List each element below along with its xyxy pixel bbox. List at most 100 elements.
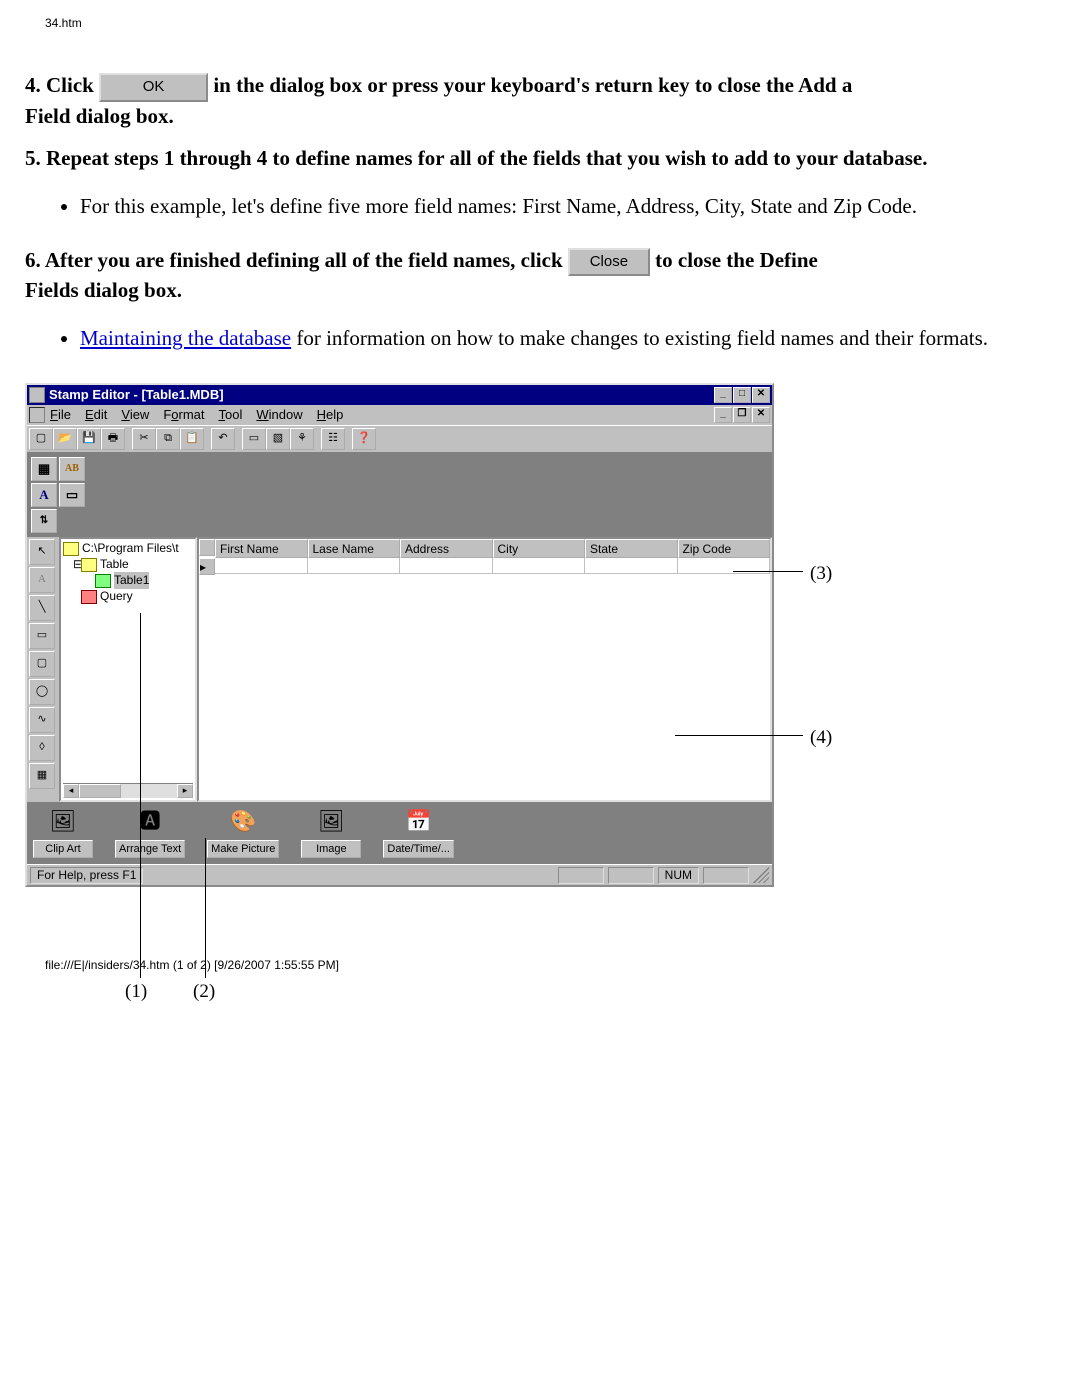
- menu-edit[interactable]: Edit: [85, 406, 107, 424]
- arrangetext-button[interactable]: Arrange Text: [115, 840, 185, 859]
- status-text: For Help, press F1: [30, 867, 143, 884]
- image-button[interactable]: Image: [301, 840, 361, 859]
- ellipse-tool-icon[interactable]: ◯: [29, 679, 55, 705]
- arrangetext-icon: 🅰: [133, 808, 167, 838]
- select-area-icon[interactable]: ▦: [29, 763, 55, 789]
- datetime-button[interactable]: Date/Time/...: [383, 840, 454, 859]
- tool-c-icon[interactable]: ⚘: [290, 428, 314, 450]
- menu-file[interactable]: File: [50, 406, 71, 424]
- close-button[interactable]: Close: [568, 248, 650, 276]
- callout-2: (2): [193, 979, 215, 1005]
- maximize-icon[interactable]: □: [733, 387, 751, 403]
- callout-4: (4): [810, 725, 832, 751]
- mdi-close-icon[interactable]: ✕: [752, 407, 770, 423]
- rowheader-corner[interactable]: [199, 539, 215, 556]
- menubar: File Edit View Format Tool Window Help _…: [27, 405, 772, 425]
- col-address[interactable]: Address: [400, 539, 493, 558]
- ab-icon[interactable]: AB: [59, 457, 85, 481]
- window-icon[interactable]: ▭: [59, 483, 85, 507]
- tool-d-icon[interactable]: ☷: [321, 428, 345, 450]
- callout-1: (1): [125, 979, 147, 1005]
- pointer-icon[interactable]: ↖: [29, 539, 55, 565]
- help-pointer-icon[interactable]: ❓: [352, 428, 376, 450]
- col-city[interactable]: City: [493, 539, 586, 558]
- tree-table1-label[interactable]: Table1: [114, 572, 149, 588]
- datetime-icon: 📅: [402, 808, 436, 838]
- text-tool-icon[interactable]: A: [29, 567, 55, 593]
- ok-button[interactable]: OK: [99, 73, 208, 101]
- statusbar: For Help, press F1 NUM: [27, 864, 772, 885]
- minimize-icon[interactable]: _: [714, 387, 732, 403]
- col-firstname[interactable]: First Name: [215, 539, 308, 558]
- menu-format[interactable]: Format: [163, 406, 204, 424]
- tool-b-icon[interactable]: ▧: [266, 428, 290, 450]
- menu-window[interactable]: Window: [256, 406, 302, 424]
- toolbar: ▢ 📂 💾 🖶 ✂ ⧉ 📋 ↶ ▭ ▧ ⚘ ☷ ❓: [27, 425, 772, 453]
- makepicture-button[interactable]: Make Picture: [207, 840, 279, 859]
- step4-suffix-b: Field dialog box.: [25, 104, 174, 128]
- workarea: ↖ A ╲ ▭ ▢ ◯ ∿ ◊ ▦ C:: [27, 537, 772, 802]
- folder-icon: [63, 542, 79, 556]
- col-lasename[interactable]: Lase Name: [308, 539, 401, 558]
- tree-hscroll[interactable]: ◂ ▸: [63, 783, 193, 798]
- rect-tool-icon[interactable]: ▭: [29, 623, 55, 649]
- mdi-restore-icon[interactable]: ❐: [733, 407, 751, 423]
- undo-icon[interactable]: ↶: [211, 428, 235, 450]
- page-footer: file:///E|/insiders/34.htm (1 of 2) [9/2…: [45, 957, 1055, 973]
- page-header: 34.htm: [45, 15, 1055, 31]
- roundrect-tool-icon[interactable]: ▢: [29, 651, 55, 677]
- db-icon[interactable]: ▦: [31, 457, 57, 481]
- scroll-left-icon[interactable]: ◂: [63, 784, 79, 798]
- app-icon: [29, 387, 45, 403]
- titlebar: Stamp Editor - [Table1.MDB] _ □ ✕: [27, 385, 772, 405]
- query-icon: [81, 590, 97, 604]
- cut-icon[interactable]: ✂: [132, 428, 156, 450]
- sort-icon[interactable]: ⇅: [31, 509, 57, 533]
- mdi-minimize-icon[interactable]: _: [714, 407, 732, 423]
- new-icon[interactable]: ▢: [29, 428, 53, 450]
- line-tool-icon[interactable]: ╲: [29, 595, 55, 621]
- poly-tool-icon[interactable]: ◊: [29, 735, 55, 761]
- status-empty-1: [558, 867, 604, 884]
- col-zipcode[interactable]: Zip Code: [678, 539, 771, 558]
- step6-suffix-a: to close the Define: [655, 248, 818, 272]
- curve-tool-icon[interactable]: ∿: [29, 707, 55, 733]
- step4-suffix-a: in the dialog box or press your keyboard…: [213, 73, 852, 97]
- clipart-button[interactable]: Clip Art: [33, 840, 93, 859]
- app-window: Stamp Editor - [Table1.MDB] _ □ ✕ File E…: [25, 383, 774, 888]
- screenshot: Stamp Editor - [Table1.MDB] _ □ ✕ File E…: [25, 383, 1055, 888]
- table-row[interactable]: ▸: [199, 558, 770, 575]
- menu-view[interactable]: View: [121, 406, 149, 424]
- scroll-right-icon[interactable]: ▸: [177, 784, 193, 798]
- mdi-icon: [29, 407, 45, 423]
- paste-icon[interactable]: 📋: [180, 428, 204, 450]
- step4-prefix: 4. Click: [25, 73, 99, 97]
- text-a-icon[interactable]: A: [31, 483, 57, 507]
- step-5: 5. Repeat steps 1 through 4 to define na…: [25, 144, 1055, 172]
- save-icon[interactable]: 💾: [77, 428, 101, 450]
- status-empty-2: [608, 867, 654, 884]
- doc-strip: ▦ AB A ▭ ⇅: [27, 453, 772, 537]
- open-icon[interactable]: 📂: [53, 428, 77, 450]
- titlebar-text: Stamp Editor - [Table1.MDB]: [49, 386, 224, 404]
- col-state[interactable]: State: [585, 539, 678, 558]
- image-icon: 🖼: [314, 808, 348, 838]
- copy-icon[interactable]: ⧉: [156, 428, 180, 450]
- close-icon[interactable]: ✕: [752, 387, 770, 403]
- maintain-db-link[interactable]: Maintaining the database: [80, 326, 291, 350]
- step6-prefix: 6. After you are finished defining all o…: [25, 248, 568, 272]
- menu-help[interactable]: Help: [317, 406, 344, 424]
- link-bullet-rest: for information on how to make changes t…: [291, 326, 988, 350]
- menu-tool[interactable]: Tool: [219, 406, 243, 424]
- print-icon[interactable]: 🖶: [101, 428, 125, 450]
- table-panel[interactable]: First Name Lase Name Address City State …: [197, 537, 772, 802]
- tree-query-label[interactable]: Query: [100, 588, 133, 604]
- tree-table-label[interactable]: Table: [100, 556, 129, 572]
- resize-grip-icon[interactable]: [753, 867, 769, 883]
- tool-a-icon[interactable]: ▭: [242, 428, 266, 450]
- tree-panel[interactable]: C:\Program Files\t ⊟ Table Table1: [59, 537, 197, 802]
- clipart-icon: 🖼: [46, 808, 80, 838]
- row-selector[interactable]: ▸: [199, 558, 215, 575]
- step5-bullet: For this example, let's define five more…: [80, 192, 1055, 220]
- link-bullet: Maintaining the database for information…: [80, 324, 1055, 352]
